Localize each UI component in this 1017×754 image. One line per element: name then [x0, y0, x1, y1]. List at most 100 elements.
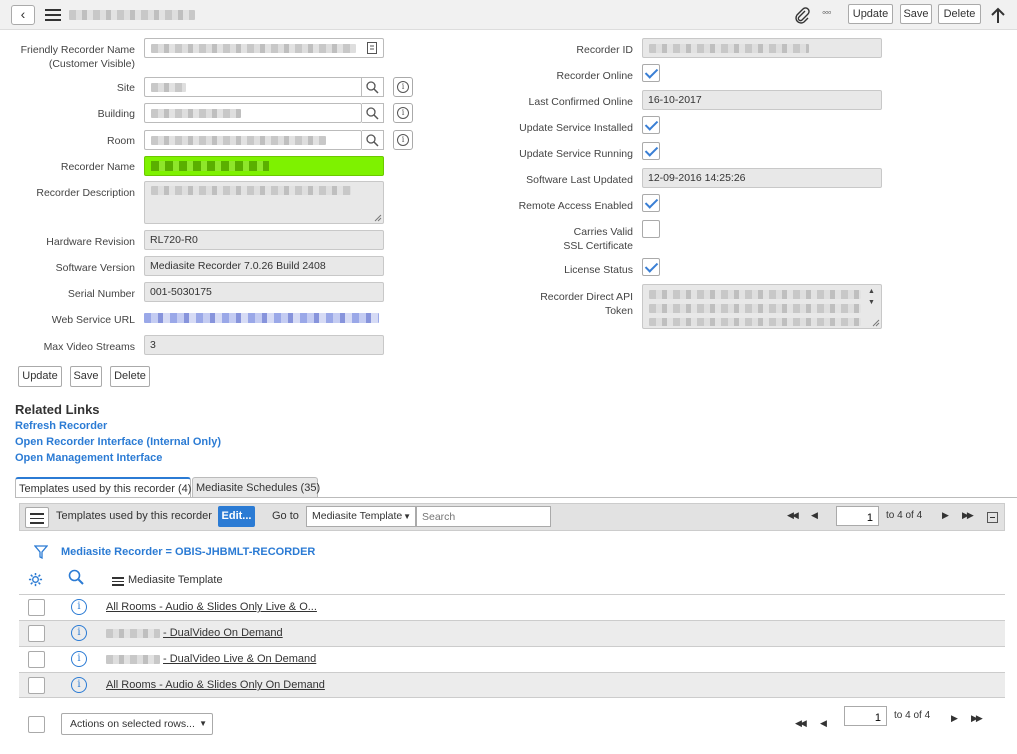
next-page-icon[interactable]: ▶ — [942, 510, 949, 521]
scroll-down-icon[interactable]: ▼ — [868, 299, 875, 306]
resize-handle-icon[interactable] — [374, 214, 382, 222]
scroll-up-icon[interactable]: ▲ — [868, 288, 875, 295]
last-confirmed-field[interactable]: 16-10-2017 — [642, 90, 882, 110]
first-page-icon[interactable]: ◀◀ — [787, 510, 799, 521]
gear-icon[interactable] — [28, 572, 43, 587]
row-template-link[interactable]: - DualVideo On Demand — [163, 627, 283, 639]
site-field[interactable] — [144, 77, 362, 97]
search-icon[interactable] — [68, 569, 84, 585]
goto-field-select[interactable]: Mediasite Template ▼ — [306, 506, 416, 527]
recorder-name-field[interactable] — [144, 156, 384, 176]
row-checkbox[interactable] — [28, 677, 45, 694]
hardware-revision-field[interactable]: RL720-R0 — [144, 230, 384, 250]
prev-page-icon[interactable]: ◀ — [811, 510, 818, 521]
web-service-url-link[interactable] — [144, 313, 379, 323]
more-options-icon[interactable]: ◦◦◦ — [822, 7, 832, 19]
refresh-recorder-link[interactable]: Refresh Recorder — [15, 420, 107, 432]
building-info-button[interactable]: i — [393, 103, 413, 123]
header-save-button[interactable]: Save — [900, 4, 932, 24]
menu-icon[interactable] — [45, 9, 61, 24]
row-checkbox[interactable] — [28, 651, 45, 668]
search-icon — [366, 134, 379, 147]
filter-breadcrumb[interactable]: Mediasite Recorder = OBIS-JHBMLT-RECORDE… — [61, 546, 315, 558]
max-video-streams-label: Max Video Streams — [43, 341, 135, 353]
table-row[interactable]: i - DualVideo On Demand — [19, 620, 1005, 646]
row-template-link[interactable]: - DualVideo Live & On Demand — [163, 653, 316, 665]
tab-divider — [15, 497, 1017, 498]
building-lookup-button[interactable] — [362, 103, 384, 123]
software-version-field[interactable]: Mediasite Recorder 7.0.26 Build 2408 — [144, 256, 384, 276]
web-service-url-label: Web Service URL — [51, 314, 135, 326]
actions-select[interactable]: Actions on selected rows... ▼ — [61, 713, 213, 735]
row-template-link[interactable]: All Rooms - Audio & Slides Only Live & O… — [106, 601, 317, 613]
open-recorder-interface-link[interactable]: Open Recorder Interface (Internal Only) — [15, 436, 221, 448]
list-menu-button[interactable] — [25, 507, 49, 528]
header-delete-button[interactable]: Delete — [938, 4, 981, 24]
update-service-installed-checkbox[interactable] — [642, 116, 660, 134]
tab-schedules[interactable]: Mediasite Schedules (35) — [192, 477, 320, 498]
paperclip-icon[interactable] — [794, 6, 810, 24]
edit-button[interactable]: Edit... — [218, 506, 255, 527]
header-update-button[interactable]: Update — [848, 4, 893, 24]
room-info-button[interactable]: i — [393, 130, 413, 150]
last-page-icon[interactable]: ▶▶ — [971, 713, 983, 724]
api-token-textarea[interactable]: ▲ ▼ — [642, 284, 882, 329]
form-field-icon[interactable] — [367, 42, 377, 54]
open-management-interface-link[interactable]: Open Management Interface — [15, 452, 162, 464]
info-icon[interactable]: i — [71, 651, 87, 667]
table-row[interactable]: i All Rooms - Audio & Slides Only Live &… — [19, 594, 1005, 620]
building-field[interactable] — [144, 103, 362, 123]
friendly-name-field[interactable] — [144, 38, 384, 58]
software-last-updated-field[interactable]: 12-09-2016 14:25:26 — [642, 168, 882, 188]
row-template-link[interactable]: All Rooms - Audio & Slides Only On Deman… — [106, 679, 325, 691]
site-lookup-button[interactable] — [362, 77, 384, 97]
resize-handle-icon[interactable] — [872, 319, 880, 327]
valid-ssl-checkbox[interactable] — [642, 220, 660, 238]
recorder-online-checkbox[interactable] — [642, 64, 660, 82]
page-number-input[interactable] — [836, 506, 879, 526]
goto-label: Go to — [272, 510, 299, 522]
collapse-icon[interactable] — [987, 512, 998, 523]
site-info-button[interactable]: i — [393, 77, 413, 97]
delete-button[interactable]: Delete — [110, 366, 150, 387]
tab-templates[interactable]: Templates used by this recorder (4) — [15, 477, 191, 498]
serial-number-field[interactable]: 001-5030175 — [144, 282, 384, 302]
info-icon: i — [397, 81, 409, 93]
goto-field-value: Mediasite Template — [312, 510, 403, 522]
filter-icon[interactable] — [34, 545, 48, 559]
software-version-value: Mediasite Recorder 7.0.26 Build 2408 — [150, 260, 326, 272]
info-icon[interactable]: i — [71, 625, 87, 641]
next-page-icon[interactable]: ▶ — [951, 713, 958, 724]
table-row[interactable]: i All Rooms - Audio & Slides Only On Dem… — [19, 672, 1005, 698]
hardware-revision-value: RL720-R0 — [150, 234, 198, 246]
info-icon[interactable]: i — [71, 599, 87, 615]
recorder-id-field[interactable] — [642, 38, 882, 58]
update-service-running-checkbox[interactable] — [642, 142, 660, 160]
last-page-icon[interactable]: ▶▶ — [962, 510, 974, 521]
row-checkbox[interactable] — [28, 625, 45, 642]
save-button[interactable]: Save — [70, 366, 102, 387]
room-field[interactable] — [144, 130, 362, 150]
column-menu-icon[interactable] — [112, 577, 124, 589]
back-button[interactable]: ‹ — [11, 5, 35, 25]
select-all-checkbox[interactable] — [28, 716, 45, 733]
search-icon — [366, 107, 379, 120]
form-header: ‹ ◦◦◦ Update Save Delete — [0, 0, 1017, 30]
search-icon — [366, 81, 379, 94]
first-page-icon[interactable]: ◀◀ — [795, 718, 807, 729]
max-video-streams-field[interactable]: 3 — [144, 335, 384, 355]
list-search-input[interactable] — [416, 506, 551, 527]
remote-access-checkbox[interactable] — [642, 194, 660, 212]
license-status-checkbox[interactable] — [642, 258, 660, 276]
footer-page-number-input[interactable] — [844, 706, 887, 726]
arrow-up-icon[interactable] — [990, 6, 1006, 24]
valid-ssl-label: Carries Valid SSL Certificate — [563, 226, 633, 252]
update-button[interactable]: Update — [18, 366, 62, 387]
column-header-template[interactable]: Mediasite Template — [128, 574, 223, 586]
prev-page-icon[interactable]: ◀ — [820, 718, 827, 729]
table-row[interactable]: i - DualVideo Live & On Demand — [19, 646, 1005, 672]
row-checkbox[interactable] — [28, 599, 45, 616]
info-icon[interactable]: i — [71, 677, 87, 693]
room-lookup-button[interactable] — [362, 130, 384, 150]
description-textarea[interactable] — [144, 181, 384, 224]
